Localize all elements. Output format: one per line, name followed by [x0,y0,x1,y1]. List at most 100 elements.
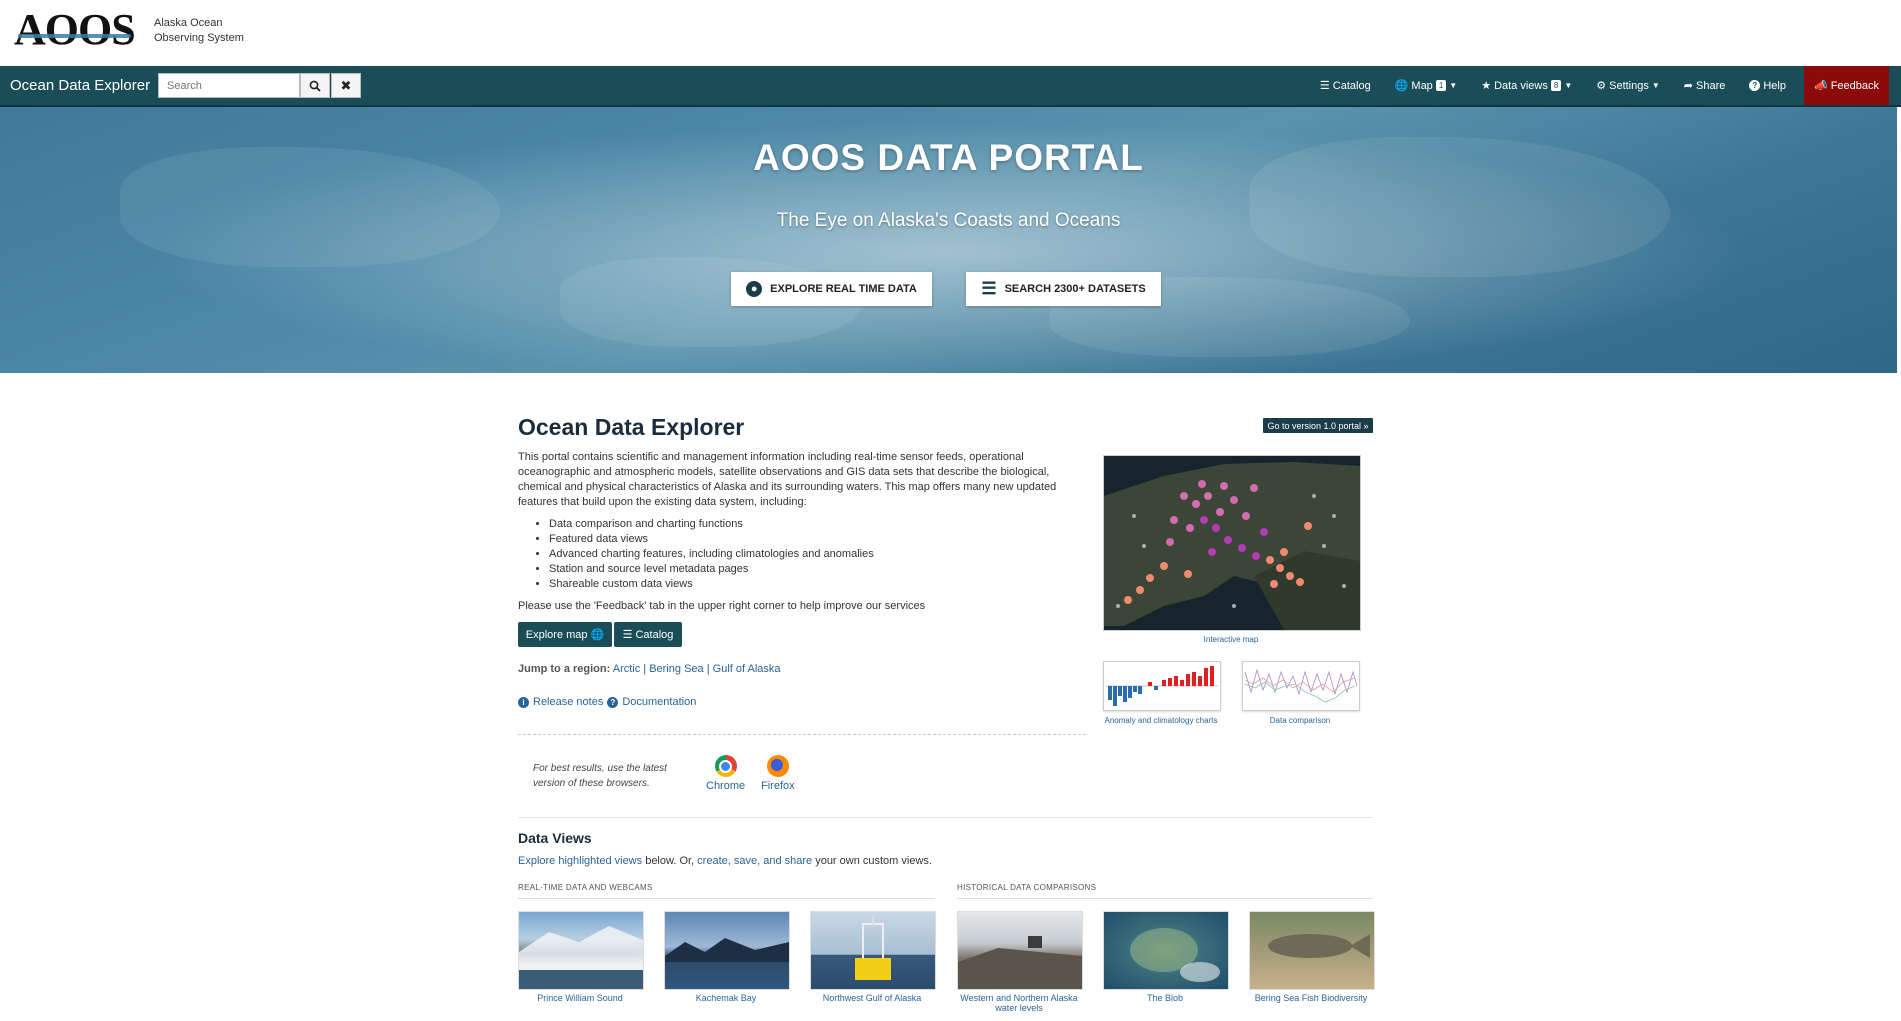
info-icon: i [518,696,529,708]
data-comparison-caption[interactable]: Data comparison [1242,716,1358,726]
share-icon: ➦ [1683,80,1693,92]
feedback-button[interactable]: 📣 Feedback [1803,66,1889,105]
anomaly-chart-preview[interactable] [1103,661,1221,711]
feature-list: Data comparison and charting functions F… [536,517,874,592]
list-item: Station and source level metadata pages [549,562,874,577]
caret-down-icon: ▼ [1651,81,1660,90]
create-save-share-link[interactable]: create, save, and share [697,855,812,867]
buoy-image [855,916,891,980]
globe-icon: 🌐 [1394,80,1409,92]
flooding-image [958,936,1082,989]
data-comparison-preview[interactable] [1242,661,1360,711]
globe-icon: ● [746,281,763,297]
nav-share-label: Share [1696,79,1726,92]
section-realtime-heading: REAL-TIME DATA AND WEBCAMS [518,883,935,899]
nav-data-views[interactable]: ★ Data views 8 ▼ [1481,79,1573,93]
glacier-image [519,926,643,989]
logo-text: AOOS [14,5,136,54]
data-view-northwest-gulf[interactable] [810,911,936,990]
data-view-caption[interactable]: The Blob [1103,993,1227,1003]
docs-links: i Release notes ? Documentation [518,696,696,708]
nav-catalog-label: Catalog [1332,79,1371,92]
nav-help[interactable]: ? Help [1749,80,1786,92]
logo-subtitle: Alaska Ocean Observing System [154,16,244,46]
caret-down-icon: ▼ [1564,81,1573,90]
logo-wave-icon [18,34,131,38]
data-view-caption[interactable]: Prince William Sound [518,993,642,1003]
bay-image [665,938,789,962]
explore-map-button[interactable]: Explore map 🌐 [518,622,612,647]
hero-title: AOOS DATA PORTAL [753,137,1144,178]
list-item: Advanced charting features, including cl… [549,547,874,562]
nav-settings[interactable]: ⚙ Settings ▼ [1596,79,1660,93]
firefox-icon [766,755,789,777]
hero-banner: AOOS DATA PORTAL The Eye on Alaska's Coa… [0,107,1897,373]
version-1-portal-button[interactable]: Go to version 1.0 portal » [1263,418,1373,433]
navbar-menu: ☰ Catalog 🌐 Map 1 ▼ ★ Data views 8 ▼ ⚙ S… [1308,66,1889,105]
navbar-title[interactable]: Ocean Data Explorer [10,77,150,94]
aoos-logo[interactable]: AOOS [14,5,136,54]
chrome-link[interactable]: Chrome [706,755,745,792]
hero-subtitle: The Eye on Alaska's Coasts and Oceans [776,210,1121,231]
release-notes-link[interactable]: Release notes [533,696,603,708]
data-views-desc-text: your own custom views. [812,855,932,867]
divider [518,817,1373,818]
region-link-arctic[interactable]: Arctic [613,663,641,675]
feedback-label: Feedback [1830,79,1879,92]
firefox-label: Firefox [761,780,795,792]
data-view-caption[interactable]: Kachemak Bay [664,993,788,1003]
list-item: Data comparison and charting functions [549,517,874,532]
search-button[interactable] [300,73,330,98]
clear-search-button[interactable]: ✖ [331,73,361,98]
gear-icon: ⚙ [1596,80,1607,92]
explore-real-time-button[interactable]: ● EXPLORE REAL TIME DATA [731,272,932,306]
list-item: Featured data views [549,532,874,547]
data-views-description: Explore highlighted views below. Or, cre… [518,855,932,867]
nav-catalog[interactable]: ☰ Catalog [1320,79,1371,93]
nav-settings-label: Settings [1609,79,1649,92]
nav-share[interactable]: ➦ Share [1683,79,1726,93]
region-separator: | [706,663,710,675]
question-icon: ? [1749,80,1761,91]
data-view-water-levels[interactable] [957,911,1083,990]
data-views-desc-text: below. Or, [642,855,698,867]
divider [518,734,1086,735]
chrome-label: Chrome [706,780,746,792]
page-title: Ocean Data Explorer [518,414,745,440]
catalog-button[interactable]: ☰ Catalog [614,622,682,647]
feedback-note: Please use the 'Feedback' tab in the upp… [518,600,926,612]
fish-image [1268,934,1370,958]
browser-recommendation: For best results, use the latest version… [533,763,667,789]
logo-subtitle-line2: Observing System [154,32,244,44]
data-view-bering-sea-fish[interactable] [1249,911,1375,990]
data-comparison-image [1244,668,1358,703]
interactive-map-caption[interactable]: Interactive map [1103,635,1359,645]
data-view-the-blob[interactable] [1103,911,1229,990]
map-count-badge: 1 [1435,80,1447,91]
chrome-icon [714,755,737,777]
explore-highlighted-views-link[interactable]: Explore highlighted views [518,855,642,867]
anomaly-chart-caption[interactable]: Anomaly and climatology charts [1103,716,1219,726]
search-input[interactable] [158,73,300,98]
region-separator: | [643,663,647,675]
caret-down-icon: ▼ [1449,81,1458,90]
data-view-caption[interactable]: Northwest Gulf of Alaska [810,993,934,1003]
region-link-gulf-of-alaska[interactable]: Gulf of Alaska [713,663,781,675]
data-view-prince-william-sound[interactable] [518,911,644,990]
firefox-link[interactable]: Firefox [761,755,795,792]
explore-map-label: Explore map [525,628,588,641]
satellite-image [1130,928,1220,982]
list-icon: ☰ [981,279,997,298]
jump-to-region: Jump to a region: Arctic | Bering Sea | … [518,663,781,675]
region-link-bering-sea[interactable]: Bering Sea [649,663,703,675]
data-view-caption[interactable]: Western and Northern Alaska water levels [957,993,1081,1013]
interactive-map-preview[interactable] [1103,455,1361,631]
data-view-caption[interactable]: Bering Sea Fish Biodiversity [1249,993,1373,1003]
close-icon: ✖ [340,77,352,93]
documentation-link[interactable]: Documentation [622,696,696,708]
search-datasets-button[interactable]: ☰ SEARCH 2300+ DATASETS [966,272,1161,306]
catalog-label: Catalog [635,628,674,641]
data-view-kachemak-bay[interactable] [664,911,790,990]
intro-text: This portal contains scientific and mana… [518,451,1057,508]
nav-map[interactable]: 🌐 Map 1 ▼ [1394,79,1458,93]
